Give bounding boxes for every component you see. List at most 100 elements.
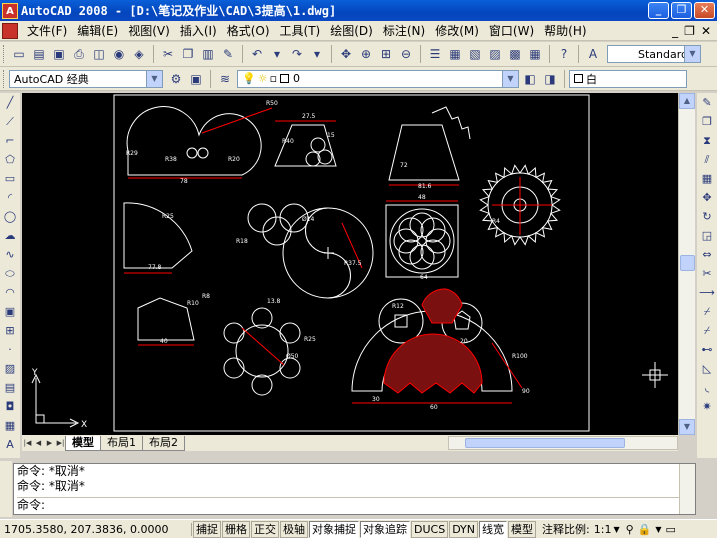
command-grip[interactable] [0, 461, 12, 517]
array-icon[interactable]: ▦ [699, 171, 715, 187]
paste-icon[interactable]: ▥ [199, 45, 217, 63]
close-button[interactable]: ✕ [694, 2, 715, 19]
first-tab-icon[interactable]: |◀ [22, 437, 33, 449]
polyline-icon[interactable]: ⌐ [2, 133, 18, 149]
design-center-icon[interactable]: ▦ [446, 45, 464, 63]
scroll-thumb[interactable] [465, 438, 625, 448]
ducs-toggle[interactable]: DUCS [411, 520, 449, 538]
restore-button[interactable]: ❐ [671, 2, 692, 19]
drawing-svg[interactable]: R50 R38 R20 78 R29 27.5 R40 15 72 81.6 4… [22, 93, 678, 435]
offset-icon[interactable]: ⫽ [699, 152, 715, 168]
ellipse-icon[interactable]: ⬭ [2, 266, 18, 282]
minimize-button[interactable]: _ [648, 2, 669, 19]
rotate-icon[interactable]: ↻ [699, 209, 715, 225]
chevron-down-icon[interactable]: ▼ [684, 46, 700, 62]
join-icon[interactable]: ⊷ [699, 342, 715, 358]
layer-select[interactable]: 💡 ☼ ▫ 0 ▼ [237, 69, 519, 88]
horizontal-scrollbar[interactable] [448, 436, 678, 450]
annotation-scale-value[interactable]: 1:1 [594, 523, 612, 536]
hatch-icon[interactable]: ▨ [2, 361, 18, 377]
3d-dwf-icon[interactable]: ◈ [130, 45, 148, 63]
workspace-select[interactable]: AutoCAD 经典 ▼ [9, 69, 163, 88]
redo-dropdown-icon[interactable]: ▾ [308, 45, 326, 63]
gradient-icon[interactable]: ▤ [2, 380, 18, 396]
copy-object-icon[interactable]: ❐ [699, 114, 715, 130]
pan-realtime-icon[interactable]: ✥ [337, 45, 355, 63]
break-at-point-icon[interactable]: ⌿ [699, 304, 715, 320]
undo-dropdown-icon[interactable]: ▾ [268, 45, 286, 63]
text-style-select[interactable]: Standard ▼ [607, 45, 701, 63]
rectangle-icon[interactable]: ▭ [2, 171, 18, 187]
tab-model[interactable]: 模型 [65, 435, 101, 451]
construction-line-icon[interactable]: ⟋ [2, 114, 18, 130]
sheet-set-icon[interactable]: ▨ [486, 45, 504, 63]
mirror-icon[interactable]: ⧗ [699, 133, 715, 149]
layer-manager-icon[interactable]: ≋ [216, 70, 234, 88]
print-preview-icon[interactable]: ◫ [90, 45, 108, 63]
tool-palettes-icon[interactable]: ▧ [466, 45, 484, 63]
color-select[interactable]: 白 [569, 69, 687, 88]
toolbar-grip[interactable] [3, 69, 6, 88]
explode-icon[interactable]: ✷ [699, 399, 715, 415]
chevron-down-icon[interactable]: ▼ [502, 70, 518, 87]
line-icon[interactable]: ╱ [2, 95, 18, 111]
prev-tab-icon[interactable]: ◀ [33, 437, 44, 449]
new-file-icon[interactable]: ▭ [10, 45, 28, 63]
zoom-previous-icon[interactable]: ⊖ [397, 45, 415, 63]
tab-layout1[interactable]: 布局1 [100, 435, 143, 451]
copy-icon[interactable]: ❐ [179, 45, 197, 63]
vertical-scrollbar[interactable]: ▲ ▼ [678, 93, 695, 435]
menu-edit[interactable]: 编辑(E) [72, 22, 123, 39]
markup-icon[interactable]: ▩ [506, 45, 524, 63]
command-scrollbar[interactable] [679, 464, 695, 514]
chevron-down-icon[interactable]: ▼ [146, 70, 162, 87]
scale-icon[interactable]: ◲ [699, 228, 715, 244]
menu-tools[interactable]: 工具(T) [275, 22, 326, 39]
print-icon[interactable]: ⎙ [70, 45, 88, 63]
menu-file[interactable]: 文件(F) [22, 22, 72, 39]
lock-icon[interactable]: 🔒 [638, 523, 652, 536]
menu-dimension[interactable]: 标注(N) [378, 22, 430, 39]
polar-toggle[interactable]: 极轴 [280, 520, 308, 538]
menu-insert[interactable]: 插入(I) [175, 22, 222, 39]
chamfer-icon[interactable]: ◺ [699, 361, 715, 377]
next-tab-icon[interactable]: ▶ [44, 437, 55, 449]
erase-icon[interactable]: ✎ [699, 95, 715, 111]
menu-format[interactable]: 格式(O) [222, 22, 275, 39]
save-icon[interactable]: ▣ [50, 45, 68, 63]
toolbar-grip[interactable] [3, 45, 6, 63]
workspace-settings-icon[interactable]: ⚙ [167, 70, 185, 88]
make-block-icon[interactable]: ⊞ [2, 323, 18, 339]
undo-icon[interactable]: ↶ [248, 45, 266, 63]
stretch-icon[interactable]: ⇔ [699, 247, 715, 263]
zoom-window-icon[interactable]: ⊞ [377, 45, 395, 63]
scroll-thumb[interactable] [680, 255, 695, 271]
table-icon[interactable]: ▦ [2, 418, 18, 434]
spline-icon[interactable]: ∿ [2, 247, 18, 263]
document-icon[interactable] [2, 22, 18, 39]
doc-minimize-button[interactable]: _ [672, 24, 678, 38]
model-space-toggle[interactable]: 模型 [508, 520, 537, 538]
fillet-icon[interactable]: ◟ [699, 380, 715, 396]
tab-layout2[interactable]: 布局2 [142, 435, 185, 451]
open-file-icon[interactable]: ▤ [30, 45, 48, 63]
chevron-down-icon[interactable]: ▼ [655, 525, 661, 534]
revision-cloud-icon[interactable]: ☁ [2, 228, 18, 244]
grid-toggle[interactable]: 栅格 [222, 520, 250, 538]
command-window[interactable]: 命令: *取消* 命令: *取消* 命令: [13, 463, 696, 515]
match-properties-icon[interactable]: ✎ [219, 45, 237, 63]
break-icon[interactable]: ⌿ [699, 323, 715, 339]
coordinate-readout[interactable]: 1705.3580, 207.3836, 0.0000 [0, 522, 192, 536]
make-current-layer-icon[interactable]: ◧ [521, 70, 539, 88]
help-icon[interactable]: ? [555, 45, 573, 63]
my-workspace-icon[interactable]: ▣ [187, 70, 205, 88]
doc-close-button[interactable]: ✕ [701, 24, 711, 38]
insert-block-icon[interactable]: ▣ [2, 304, 18, 320]
scroll-up-icon[interactable]: ▲ [679, 93, 695, 109]
menu-draw[interactable]: 绘图(D) [325, 22, 378, 39]
polygon-icon[interactable]: ⬠ [2, 152, 18, 168]
doc-restore-button[interactable]: ❐ [684, 24, 695, 38]
scroll-down-icon[interactable]: ▼ [679, 419, 695, 435]
publish-icon[interactable]: ◉ [110, 45, 128, 63]
trim-icon[interactable]: ✂ [699, 266, 715, 282]
